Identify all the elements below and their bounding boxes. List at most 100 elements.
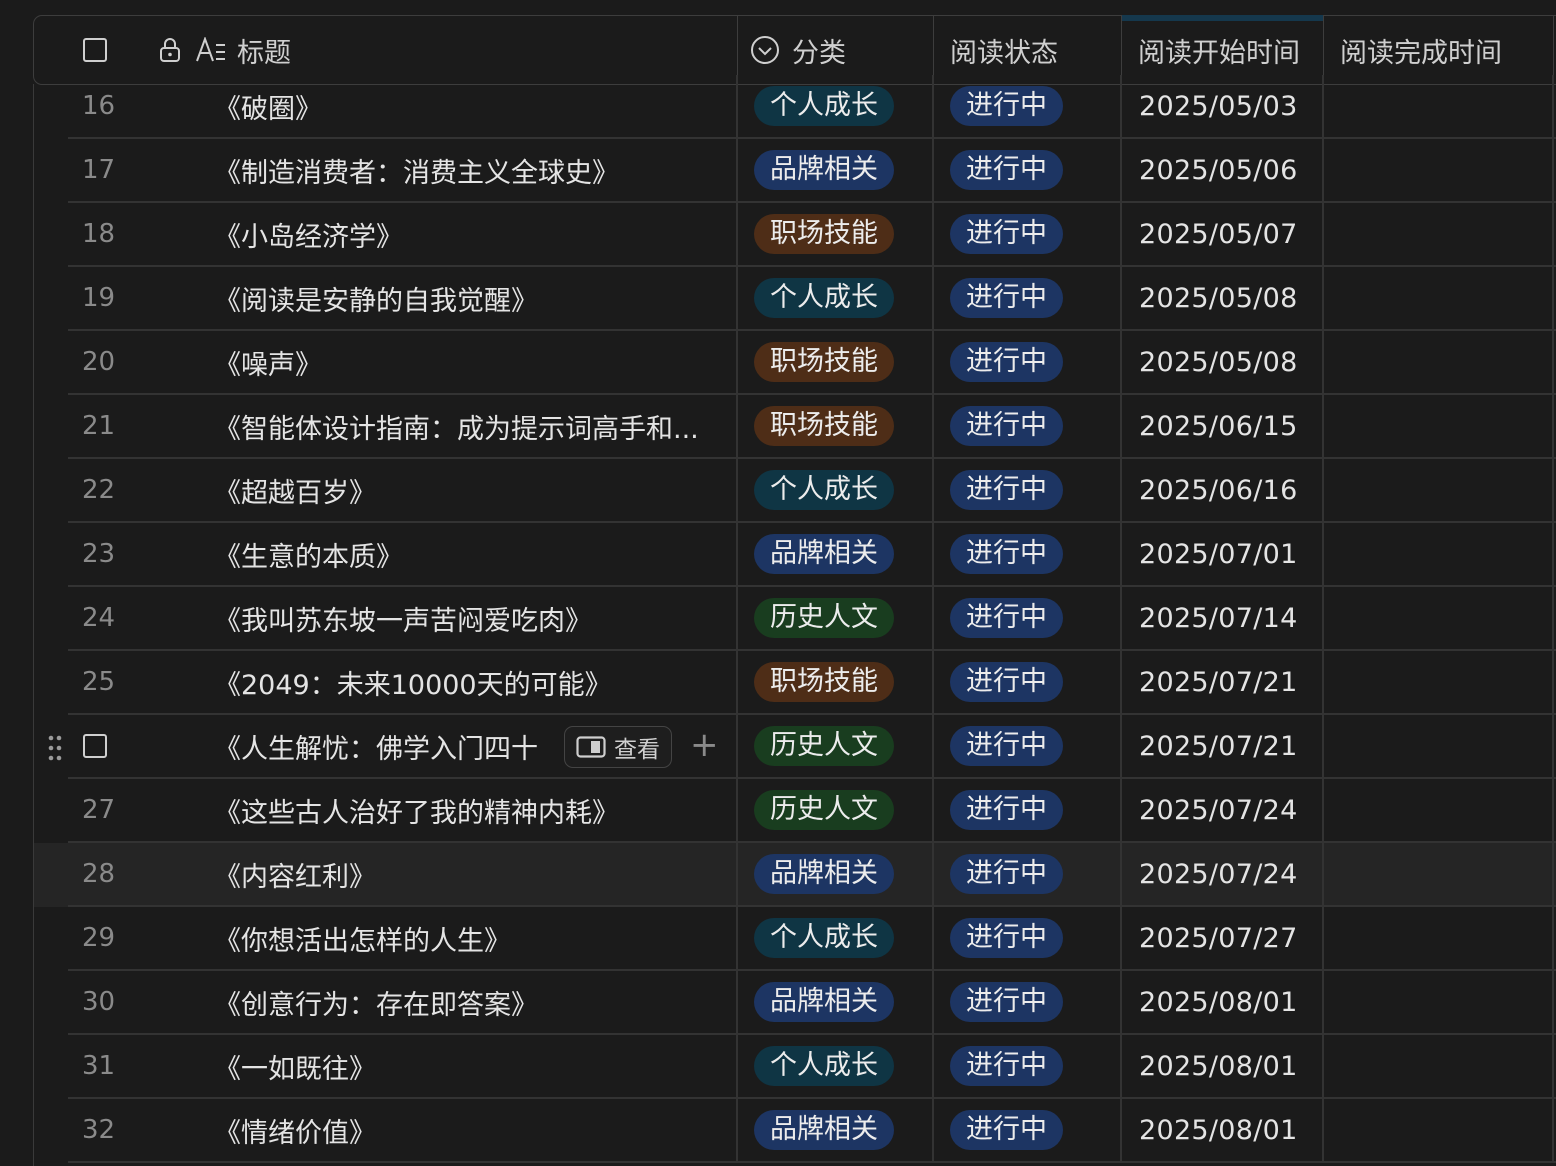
table-row[interactable]: 28 《内容红利》 品牌相关 进行中 2025/07/24 <box>34 843 1556 907</box>
book-title[interactable]: 《超越百岁》 <box>214 459 714 521</box>
column-divider <box>932 459 934 523</box>
status-cell[interactable]: 进行中 <box>950 651 1063 713</box>
table-row[interactable]: 16 《破圈》 个人成长 进行中 2025/05/03 <box>34 75 1556 139</box>
category-cell[interactable]: 历史人文 <box>754 715 894 777</box>
row-number: 19 <box>82 283 116 313</box>
book-title[interactable]: 《小岛经济学》 <box>214 203 714 265</box>
book-title[interactable]: 《这些古人治好了我的精神内耗》 <box>214 779 714 841</box>
status-cell[interactable]: 进行中 <box>950 523 1063 585</box>
add-icon[interactable]: + <box>690 728 719 762</box>
status-cell[interactable]: 进行中 <box>950 779 1063 841</box>
column-header-finish-time[interactable]: 阅读完成时间 <box>1323 16 1553 84</box>
book-title[interactable]: 《2049：未来10000天的可能》 <box>214 651 714 713</box>
start-date[interactable]: 2025/05/06 <box>1139 139 1298 201</box>
status-cell[interactable]: 进行中 <box>950 843 1063 905</box>
start-date[interactable]: 2025/07/27 <box>1139 907 1298 969</box>
category-cell[interactable]: 品牌相关 <box>754 139 894 201</box>
start-date[interactable]: 2025/08/01 <box>1139 971 1298 1033</box>
column-header-title[interactable]: 标题 <box>142 16 737 84</box>
status-cell[interactable]: 进行中 <box>950 587 1063 649</box>
status-cell[interactable]: 进行中 <box>950 203 1063 265</box>
status-cell[interactable]: 进行中 <box>950 459 1063 521</box>
book-title[interactable]: 《制造消费者：消费主义全球史》 <box>214 139 714 201</box>
table-row[interactable]: 18 《小岛经济学》 职场技能 进行中 2025/05/07 <box>34 203 1556 267</box>
category-cell[interactable]: 个人成长 <box>754 907 894 969</box>
table-row[interactable]: 20 《噪声》 职场技能 进行中 2025/05/08 <box>34 331 1556 395</box>
book-title[interactable]: 《我叫苏东坡一声苦闷爱吃肉》 <box>214 587 714 649</box>
table-row[interactable]: 32 《情绪价值》 品牌相关 进行中 2025/08/01 <box>34 1099 1556 1163</box>
start-date[interactable]: 2025/07/24 <box>1139 779 1298 841</box>
category-cell[interactable]: 个人成长 <box>754 459 894 521</box>
status-cell[interactable]: 进行中 <box>950 715 1063 777</box>
table-row[interactable]: 22 《超越百岁》 个人成长 进行中 2025/06/16 <box>34 459 1556 523</box>
table-row[interactable]: 25 《2049：未来10000天的可能》 职场技能 进行中 2025/07/21 <box>34 651 1556 715</box>
start-date[interactable]: 2025/05/08 <box>1139 331 1298 393</box>
category-cell[interactable]: 品牌相关 <box>754 523 894 585</box>
status-cell[interactable]: 进行中 <box>950 395 1063 457</box>
status-cell[interactable]: 进行中 <box>950 1099 1063 1161</box>
select-all-checkbox[interactable] <box>83 38 107 62</box>
category-cell[interactable]: 历史人文 <box>754 779 894 841</box>
drag-handle-icon[interactable] <box>48 735 62 765</box>
book-title[interactable]: 《内容红利》 <box>214 843 714 905</box>
column-header-start-time[interactable]: 阅读开始时间 <box>1121 16 1323 84</box>
open-view-button[interactable]: 查看 <box>564 726 672 768</box>
table-row[interactable]: 31 《一如既往》 个人成长 进行中 2025/08/01 <box>34 1035 1556 1099</box>
column-header-category[interactable]: 分类 <box>737 16 933 84</box>
category-tag: 个人成长 <box>754 1046 894 1086</box>
start-date[interactable]: 2025/07/14 <box>1139 587 1298 649</box>
table-row[interactable]: 24 《我叫苏东坡一声苦闷爱吃肉》 历史人文 进行中 2025/07/14 <box>34 587 1556 651</box>
table-row[interactable]: 29 《你想活出怎样的人生》 个人成长 进行中 2025/07/27 <box>34 907 1556 971</box>
category-cell[interactable]: 个人成长 <box>754 75 894 137</box>
category-cell[interactable]: 职场技能 <box>754 395 894 457</box>
status-cell[interactable]: 进行中 <box>950 139 1063 201</box>
status-cell[interactable]: 进行中 <box>950 1035 1063 1097</box>
table-row[interactable]: 23 《生意的本质》 品牌相关 进行中 2025/07/01 <box>34 523 1556 587</box>
book-title[interactable]: 《一如既往》 <box>214 1035 714 1097</box>
table-row[interactable]: 27 《这些古人治好了我的精神内耗》 历史人文 进行中 2025/07/24 <box>34 779 1556 843</box>
status-cell[interactable]: 进行中 <box>950 971 1063 1033</box>
status-cell[interactable]: 进行中 <box>950 267 1063 329</box>
column-divider <box>1120 587 1122 651</box>
book-title[interactable]: 《生意的本质》 <box>214 523 714 585</box>
table-row[interactable]: 19 《阅读是安静的自我觉醒》 个人成长 进行中 2025/05/08 <box>34 267 1556 331</box>
start-date[interactable]: 2025/05/03 <box>1139 75 1298 137</box>
start-date[interactable]: 2025/07/21 <box>1139 715 1298 777</box>
start-date[interactable]: 2025/07/24 <box>1139 843 1298 905</box>
book-title[interactable]: 《人生解忧：佛学入门四十 <box>214 715 559 777</box>
start-date[interactable]: 2025/08/01 <box>1139 1099 1298 1161</box>
category-cell[interactable]: 个人成长 <box>754 1035 894 1097</box>
column-divider <box>1552 267 1554 331</box>
category-cell[interactable]: 品牌相关 <box>754 1099 894 1161</box>
start-date[interactable]: 2025/05/07 <box>1139 203 1298 265</box>
book-title[interactable]: 《噪声》 <box>214 331 714 393</box>
book-title[interactable]: 《创意行为：存在即答案》 <box>214 971 714 1033</box>
category-cell[interactable]: 品牌相关 <box>754 843 894 905</box>
book-title[interactable]: 《情绪价值》 <box>214 1099 714 1161</box>
table-row[interactable]: 17 《制造消费者：消费主义全球史》 品牌相关 进行中 2025/05/06 <box>34 139 1556 203</box>
table-row[interactable]: 30 《创意行为：存在即答案》 品牌相关 进行中 2025/08/01 <box>34 971 1556 1035</box>
category-cell[interactable]: 职场技能 <box>754 651 894 713</box>
book-title[interactable]: 《破圈》 <box>214 75 714 137</box>
category-cell[interactable]: 历史人文 <box>754 587 894 649</box>
start-date[interactable]: 2025/06/16 <box>1139 459 1298 521</box>
category-cell[interactable]: 个人成长 <box>754 267 894 329</box>
start-date[interactable]: 2025/06/15 <box>1139 395 1298 457</box>
row-checkbox[interactable] <box>83 734 107 758</box>
status-cell[interactable]: 进行中 <box>950 907 1063 969</box>
category-cell[interactable]: 职场技能 <box>754 331 894 393</box>
table-row[interactable]: 《人生解忧：佛学入门四十 查看 + 历史人文 进行中 2025/07/21 <box>34 715 1556 779</box>
category-cell[interactable]: 职场技能 <box>754 203 894 265</box>
category-cell[interactable]: 品牌相关 <box>754 971 894 1033</box>
book-title[interactable]: 《阅读是安静的自我觉醒》 <box>214 267 714 329</box>
start-date[interactable]: 2025/07/01 <box>1139 523 1298 585</box>
start-date[interactable]: 2025/07/21 <box>1139 651 1298 713</box>
book-title[interactable]: 《你想活出怎样的人生》 <box>214 907 714 969</box>
column-header-status[interactable]: 阅读状态 <box>933 16 1121 84</box>
book-title[interactable]: 《智能体设计指南：成为提示词高手和... <box>214 395 714 457</box>
status-cell[interactable]: 进行中 <box>950 331 1063 393</box>
start-date[interactable]: 2025/05/08 <box>1139 267 1298 329</box>
start-date[interactable]: 2025/08/01 <box>1139 1035 1298 1097</box>
status-cell[interactable]: 进行中 <box>950 75 1063 137</box>
table-row[interactable]: 21 《智能体设计指南：成为提示词高手和... 职场技能 进行中 2025/06/15 <box>34 395 1556 459</box>
